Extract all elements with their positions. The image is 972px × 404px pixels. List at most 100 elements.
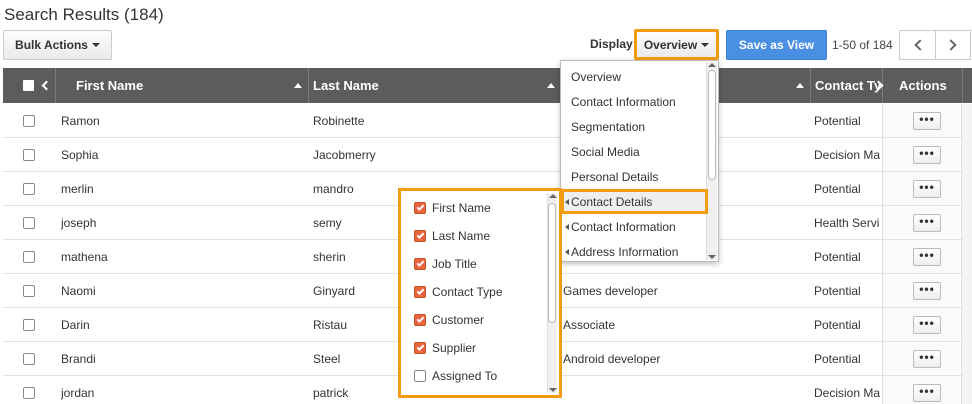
check-icon xyxy=(416,231,424,239)
row-actions-cell: ••• xyxy=(913,342,953,376)
column-option-label: Last Name xyxy=(432,229,491,243)
cell-contact-type: Potential xyxy=(814,114,861,128)
row-checkbox-cell xyxy=(23,308,43,342)
check-icon xyxy=(416,343,424,351)
row-actions-cell: ••• xyxy=(913,104,953,138)
previous-page-button[interactable] xyxy=(899,30,935,60)
row-more-button[interactable]: ••• xyxy=(913,248,941,266)
column-option[interactable]: Supplier xyxy=(414,338,476,358)
column-checkbox[interactable] xyxy=(414,230,426,242)
display-select[interactable]: Overview xyxy=(634,29,719,60)
scroll-up-icon[interactable] xyxy=(549,194,557,198)
column-option[interactable]: First Name xyxy=(414,198,491,218)
display-option[interactable]: Segmentation xyxy=(561,114,707,139)
header-first-name-label: First Name xyxy=(76,78,144,93)
row-more-button[interactable]: ••• xyxy=(913,350,941,368)
table-row[interactable]: Sophia Jacobmerry Decision Ma ••• xyxy=(3,138,963,172)
column-option[interactable]: Assigned To xyxy=(414,366,497,386)
cell-job-title: Associate xyxy=(563,318,616,332)
column-checkbox[interactable] xyxy=(414,286,426,298)
row-checkbox[interactable] xyxy=(23,285,35,297)
sort-asc-icon xyxy=(294,83,302,88)
row-more-button[interactable]: ••• xyxy=(913,146,941,164)
scroll-columns-right[interactable] xyxy=(873,68,891,103)
column-chooser-scrollbar[interactable] xyxy=(547,193,557,393)
row-more-button[interactable]: ••• xyxy=(913,214,941,232)
header-last-name[interactable]: Last Name xyxy=(309,68,562,103)
display-option[interactable]: Overview xyxy=(561,64,707,89)
column-checkbox[interactable] xyxy=(414,202,426,214)
scroll-down-icon[interactable] xyxy=(708,255,716,259)
row-checkbox-cell xyxy=(23,274,43,308)
header-actions: Actions xyxy=(891,68,963,103)
row-checkbox-cell xyxy=(23,138,43,172)
display-option[interactable]: Personal Details xyxy=(561,164,707,189)
row-more-button[interactable]: ••• xyxy=(913,282,941,300)
cell-job-title: Games developer xyxy=(563,284,658,298)
row-checkbox[interactable] xyxy=(23,387,35,399)
bulk-actions-button[interactable]: Bulk Actions xyxy=(3,30,112,60)
column-chooser-menu: First Name Last Name Job Title Contact Type… xyxy=(398,188,562,398)
column-option-label: First Name xyxy=(432,201,491,215)
row-more-button[interactable]: ••• xyxy=(913,316,941,334)
display-option[interactable]: Contact Details xyxy=(561,189,708,214)
chevron-right-icon xyxy=(873,80,884,91)
row-checkbox[interactable] xyxy=(23,319,35,331)
scroll-down-icon[interactable] xyxy=(549,388,557,392)
row-more-button[interactable]: ••• xyxy=(913,180,941,198)
column-checkbox[interactable] xyxy=(414,258,426,270)
row-checkbox-cell xyxy=(23,206,43,240)
table-row[interactable]: Ramon Robinette Potential ••• xyxy=(3,104,963,138)
dropdown-scrollbar[interactable] xyxy=(706,62,717,260)
cell-contact-type: Potential xyxy=(814,250,861,264)
display-option-label: Overview xyxy=(571,69,622,84)
cell-first-name: mathena xyxy=(61,250,108,264)
caret-down-icon xyxy=(701,42,710,47)
row-checkbox[interactable] xyxy=(23,183,35,195)
save-as-view-button[interactable]: Save as View xyxy=(726,30,827,60)
display-option[interactable]: Address Information xyxy=(561,239,707,264)
row-more-button[interactable]: ••• xyxy=(913,112,941,130)
column-checkbox[interactable] xyxy=(414,314,426,326)
column-checkbox[interactable] xyxy=(414,342,426,354)
row-checkbox[interactable] xyxy=(23,149,35,161)
display-option-label: Contact Information xyxy=(571,94,676,109)
cell-contact-type: Decision Ma xyxy=(814,148,881,162)
check-icon xyxy=(416,287,424,295)
header-first-name[interactable]: First Name xyxy=(56,68,309,103)
display-option[interactable]: Social Media xyxy=(561,139,707,164)
chevron-left-icon[interactable] xyxy=(41,80,52,91)
cell-last-name: Jacobmerry xyxy=(313,148,376,162)
row-checkbox[interactable] xyxy=(23,251,35,263)
sort-asc-icon xyxy=(796,83,804,88)
cell-contact-type: Health Servi xyxy=(814,216,880,230)
row-actions-cell: ••• xyxy=(913,376,953,404)
scroll-up-icon[interactable] xyxy=(708,63,716,67)
cell-job-title xyxy=(563,376,803,404)
column-option[interactable]: Job Title xyxy=(414,254,477,274)
column-option[interactable]: Contact Type xyxy=(414,282,503,302)
row-checkbox[interactable] xyxy=(23,217,35,229)
column-option[interactable]: Customer xyxy=(414,310,484,330)
column-option[interactable]: Last Name xyxy=(414,226,490,246)
next-page-button[interactable] xyxy=(935,30,971,60)
select-all-checkbox[interactable] xyxy=(23,80,34,91)
row-actions-cell: ••• xyxy=(913,206,953,240)
row-checkbox[interactable] xyxy=(23,115,35,127)
display-option-label: Contact Details xyxy=(571,194,653,209)
row-more-button[interactable]: ••• xyxy=(913,384,941,402)
header-contact-type[interactable]: Contact Ty xyxy=(811,68,883,103)
display-dropdown-menu: Overview Contact Information Segmentation S… xyxy=(560,60,719,262)
scrollbar-thumb[interactable] xyxy=(548,203,556,323)
page-title: Search Results (184) xyxy=(4,5,164,24)
cell-first-name: joseph xyxy=(61,216,97,230)
display-option[interactable]: Contact Information xyxy=(561,89,707,114)
row-checkbox[interactable] xyxy=(23,353,35,365)
column-checkbox[interactable] xyxy=(414,370,426,382)
header-contact-type-label: Contact Ty xyxy=(815,78,882,93)
select-all-header xyxy=(3,68,56,103)
display-option[interactable]: Contact Information xyxy=(561,214,707,239)
scrollbar-thumb[interactable] xyxy=(708,70,716,180)
check-icon xyxy=(416,315,424,323)
cell-first-name: merlin xyxy=(61,182,94,196)
